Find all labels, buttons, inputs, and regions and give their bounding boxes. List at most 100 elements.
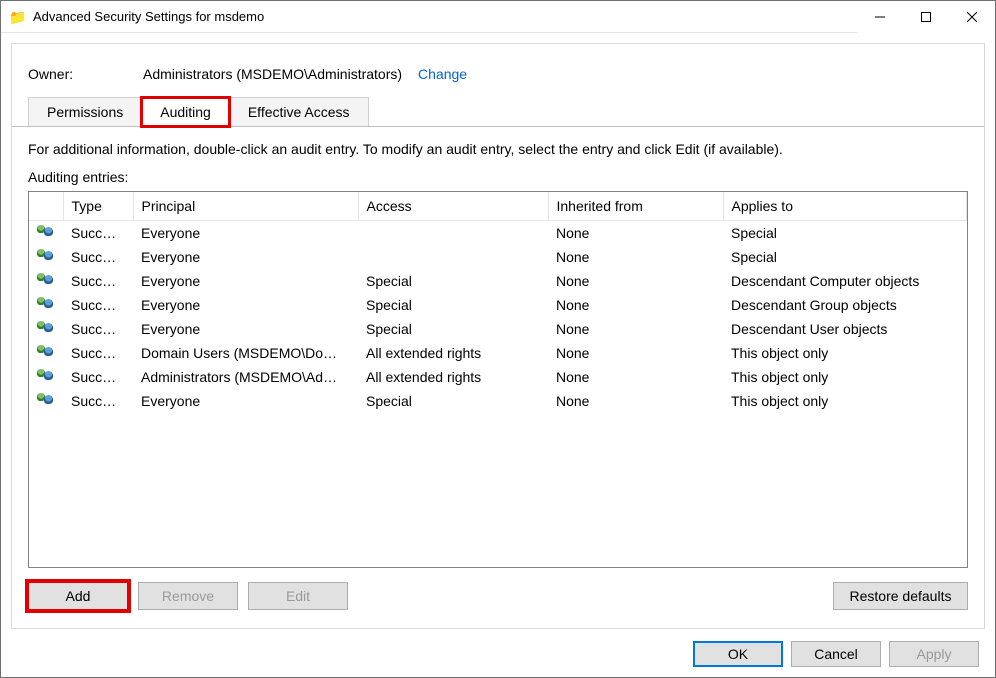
cell-inherited: None [548, 317, 723, 341]
cell-type: Succ… [63, 269, 133, 293]
column-principal-header[interactable]: Principal [133, 192, 358, 221]
cell-access [358, 221, 548, 245]
cell-type: Succ… [63, 389, 133, 413]
cell-applies: Special [723, 221, 967, 245]
table-row[interactable]: Succ…EveryoneSpecialNoneDescendant User … [29, 317, 967, 341]
cell-access: Special [358, 293, 548, 317]
window-title: Advanced Security Settings for msdemo [33, 9, 264, 24]
cell-type: Succ… [63, 365, 133, 389]
column-applies-header[interactable]: Applies to [723, 192, 967, 221]
cell-inherited: None [548, 221, 723, 245]
cell-applies: This object only [723, 389, 967, 413]
cell-inherited: None [548, 293, 723, 317]
users-icon [37, 320, 55, 334]
cell-access [358, 245, 548, 269]
cell-principal: Everyone [133, 221, 358, 245]
cell-principal: Everyone [133, 245, 358, 269]
cell-access: All extended rights [358, 341, 548, 365]
users-icon [37, 392, 55, 406]
cell-applies: Descendant Computer objects [723, 269, 967, 293]
cell-access: All extended rights [358, 365, 548, 389]
row-icon-cell [29, 365, 63, 389]
tab-permissions[interactable]: Permissions [28, 97, 142, 126]
cell-inherited: None [548, 341, 723, 365]
window-controls [857, 1, 995, 33]
users-icon [37, 224, 55, 238]
table-row[interactable]: Succ…EveryoneSpecialNoneDescendant Compu… [29, 269, 967, 293]
users-icon [37, 344, 55, 358]
restore-defaults-button[interactable]: Restore defaults [833, 582, 968, 610]
edit-button[interactable]: Edit [248, 582, 348, 610]
table-row[interactable]: Succ…Administrators (MSDEMO\Ad…All exten… [29, 365, 967, 389]
cell-applies: Special [723, 245, 967, 269]
maximize-icon [921, 12, 931, 22]
column-access-header[interactable]: Access [358, 192, 548, 221]
remove-button[interactable]: Remove [138, 582, 238, 610]
cell-principal: Everyone [133, 317, 358, 341]
users-icon [37, 248, 55, 262]
titlebar: Advanced Security Settings for msdemo [1, 1, 995, 33]
auditing-entries-table: Type Principal Access Inherited from App… [29, 192, 967, 413]
table-row[interactable]: Succ…Everyone NoneSpecial [29, 221, 967, 245]
close-icon [967, 12, 977, 22]
change-owner-link[interactable]: Change [418, 66, 467, 82]
tabs-row: Permissions Auditing Effective Access [12, 96, 984, 127]
cell-applies: This object only [723, 341, 967, 365]
table-buttons-row: Add Remove Edit Restore defaults [12, 568, 984, 628]
close-button[interactable] [949, 1, 995, 33]
content-panel: Owner: Administrators (MSDEMO\Administra… [11, 43, 985, 629]
cell-principal: Everyone [133, 389, 358, 413]
cell-principal: Administrators (MSDEMO\Ad… [133, 365, 358, 389]
cell-inherited: None [548, 389, 723, 413]
cell-inherited: None [548, 269, 723, 293]
apply-button[interactable]: Apply [889, 641, 979, 667]
add-button[interactable]: Add [28, 582, 128, 610]
cell-access: Special [358, 317, 548, 341]
tab-auditing[interactable]: Auditing [141, 97, 230, 127]
cell-applies: Descendant Group objects [723, 293, 967, 317]
column-icon-header[interactable] [29, 192, 63, 221]
table-row[interactable]: Succ…EveryoneSpecialNoneThis object only [29, 389, 967, 413]
users-icon [37, 368, 55, 382]
owner-value: Administrators (MSDEMO\Administrators) [143, 66, 402, 82]
auditing-entries-table-wrap: Type Principal Access Inherited from App… [28, 191, 968, 568]
table-row[interactable]: Succ…EveryoneSpecialNoneDescendant Group… [29, 293, 967, 317]
cell-type: Succ… [63, 221, 133, 245]
tab-effective-access[interactable]: Effective Access [229, 97, 369, 126]
row-icon-cell [29, 341, 63, 365]
cell-access: Special [358, 269, 548, 293]
table-header-row: Type Principal Access Inherited from App… [29, 192, 967, 221]
users-icon [37, 296, 55, 310]
owner-row: Owner: Administrators (MSDEMO\Administra… [12, 44, 984, 96]
cell-inherited: None [548, 365, 723, 389]
cell-type: Succ… [63, 245, 133, 269]
owner-label: Owner: [28, 66, 143, 82]
column-inherited-header[interactable]: Inherited from [548, 192, 723, 221]
cancel-button[interactable]: Cancel [791, 641, 881, 667]
table-row[interactable]: Succ…Everyone NoneSpecial [29, 245, 967, 269]
cell-type: Succ… [63, 317, 133, 341]
cell-applies: This object only [723, 365, 967, 389]
cell-principal: Everyone [133, 269, 358, 293]
cell-access: Special [358, 389, 548, 413]
users-icon [37, 272, 55, 286]
folder-icon [9, 9, 25, 25]
maximize-button[interactable] [903, 1, 949, 33]
dialog-footer: OK Cancel Apply [11, 629, 985, 667]
row-icon-cell [29, 245, 63, 269]
column-type-header[interactable]: Type [63, 192, 133, 221]
row-icon-cell [29, 221, 63, 245]
cell-inherited: None [548, 245, 723, 269]
table-row[interactable]: Succ…Domain Users (MSDEMO\Do…All extende… [29, 341, 967, 365]
row-icon-cell [29, 317, 63, 341]
row-icon-cell [29, 389, 63, 413]
row-icon-cell [29, 269, 63, 293]
security-settings-window: Advanced Security Settings for msdemo Ow… [0, 0, 996, 678]
ok-button[interactable]: OK [693, 641, 783, 667]
info-text: For additional information, double-click… [12, 127, 984, 165]
cell-principal: Everyone [133, 293, 358, 317]
minimize-button[interactable] [857, 1, 903, 33]
cell-type: Succ… [63, 341, 133, 365]
row-icon-cell [29, 293, 63, 317]
minimize-icon [875, 12, 885, 22]
